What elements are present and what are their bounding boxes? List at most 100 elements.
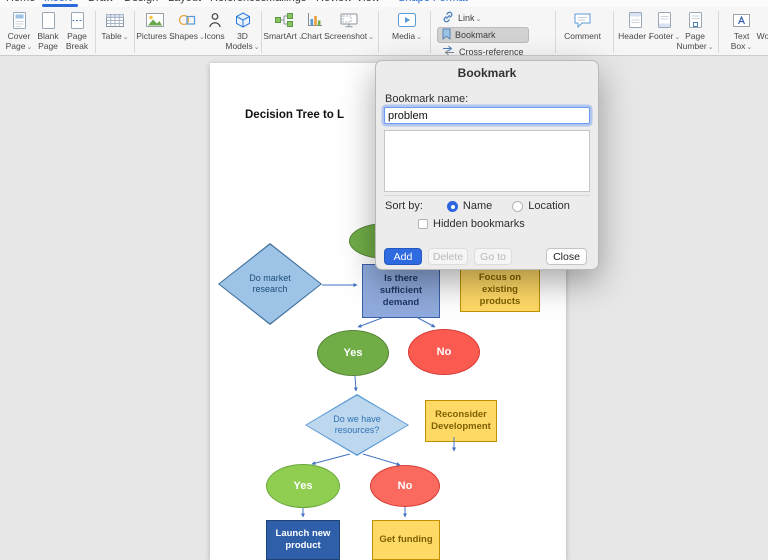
sort-name-label: Name — [462, 200, 493, 212]
media-label: Media — [391, 31, 416, 41]
shape-get-funding[interactable]: Get funding — [372, 520, 440, 560]
3d-models-icon — [235, 10, 251, 30]
shape-label: Do we have resources? — [333, 413, 381, 435]
group-separator — [134, 11, 135, 53]
shapes-icon — [178, 10, 196, 30]
table-button[interactable]: Table⌄ — [99, 9, 131, 42]
header-icon — [629, 10, 643, 30]
dialog-title: Bookmark — [457, 66, 517, 80]
shape-have-resources[interactable]: Do we have resources? — [305, 394, 409, 456]
shape-launch-product[interactable]: Launch new product — [266, 520, 340, 560]
3d-models-label: 3D Models — [225, 31, 253, 51]
group-separator — [612, 11, 614, 53]
sort-location-label: Location — [528, 200, 570, 212]
wordart-button[interactable]: WordArt⌄ — [756, 9, 768, 42]
sort-name-radio[interactable] — [446, 200, 458, 212]
tab-shape-format[interactable]: Shape Format — [398, 0, 468, 4]
cover-page-button[interactable]: Cover Page⌄ — [4, 9, 34, 52]
group-separator — [261, 11, 262, 53]
shape-label: Do market research — [249, 272, 291, 294]
close-button[interactable]: Close — [546, 248, 587, 265]
page-number-label: Page Number — [676, 31, 707, 51]
shape-reconsider-development[interactable]: Reconsider Development — [425, 400, 497, 442]
tab-draw[interactable]: Draw — [88, 0, 114, 4]
bookmark-name-label: Bookmark name: — [385, 93, 469, 105]
insert-ribbon: Cover Page⌄ Blank Page Page Break Table⌄ — [0, 7, 768, 59]
shapes-button[interactable]: Shapes⌄ — [169, 9, 205, 42]
cover-page-icon — [12, 10, 26, 30]
chevron-down-icon: ⌄ — [122, 34, 129, 41]
media-button[interactable]: Media⌄ — [390, 9, 424, 42]
shape-label: Yes — [293, 480, 313, 492]
hidden-bookmarks-row: Hidden bookmarks — [418, 218, 525, 230]
bookmark-list[interactable] — [384, 130, 590, 192]
text-box-button[interactable]: Text Box⌄ — [726, 9, 758, 52]
header-button[interactable]: Header⌄ — [618, 9, 653, 42]
shape-no-2[interactable]: No — [370, 465, 440, 507]
shape-yes-1[interactable]: Yes — [317, 330, 389, 376]
smartart-label: SmartArt — [263, 31, 297, 41]
group-separator — [717, 11, 719, 53]
shape-sufficient-demand[interactable]: Is there sufficient demand — [362, 264, 440, 318]
shape-label: Launch new product — [275, 528, 331, 551]
screenshot-label: Screenshot — [324, 31, 368, 41]
tab-layout[interactable]: Layout — [168, 0, 201, 4]
link-button[interactable]: Link⌄ — [437, 10, 529, 26]
shape-focus-existing[interactable]: Focus on existing products — [460, 268, 540, 312]
pictures-button[interactable]: Pictures⌄ — [136, 9, 174, 42]
hidden-bookmarks-checkbox[interactable] — [418, 219, 428, 229]
shape-yes-2[interactable]: Yes — [266, 464, 340, 508]
icons-button[interactable]: Icons — [202, 9, 227, 42]
shape-do-market-research[interactable]: Do market research — [218, 243, 322, 325]
cross-reference-icon — [442, 45, 455, 58]
group-separator — [378, 11, 379, 53]
blank-page-label: Blank Page — [37, 31, 59, 51]
cross-reference-button[interactable]: Cross-reference — [437, 44, 529, 59]
wordart-label: WordArt — [756, 31, 768, 41]
3d-models-button[interactable]: 3D Models⌄ — [225, 9, 260, 52]
shape-label: Reconsider Development — [431, 409, 491, 432]
group-separator — [430, 11, 431, 53]
word-window: Home Insert Draw Design Layout Reference… — [0, 0, 768, 560]
icons-label: Icons — [204, 31, 225, 41]
link-label: Link — [458, 13, 475, 23]
bookmark-icon — [442, 28, 451, 42]
text-box-icon — [733, 10, 751, 30]
smartart-icon — [274, 10, 293, 30]
blank-page-icon — [41, 10, 55, 30]
shape-label: No — [436, 346, 452, 358]
blank-page-button[interactable]: Blank Page — [34, 9, 62, 52]
chart-label: Chart — [301, 31, 322, 41]
link-icon — [442, 11, 454, 25]
comment-icon — [574, 10, 591, 30]
page-number-button[interactable]: Page Number⌄ — [676, 9, 714, 52]
footer-button[interactable]: Footer⌄ — [649, 9, 680, 42]
document-title[interactable]: Decision Tree to L — [245, 109, 344, 121]
tab-home[interactable]: Home — [6, 0, 35, 4]
tab-mailings[interactable]: Mailings — [266, 0, 306, 4]
chevron-down-icon: ⌄ — [253, 43, 260, 51]
bookmark-button[interactable]: Bookmark — [437, 27, 529, 43]
shape-label: Get funding — [379, 534, 433, 546]
shapes-label: Shapes — [169, 31, 198, 41]
shape-no-1[interactable]: No — [408, 329, 480, 375]
shape-label: No — [397, 480, 413, 492]
shape-label: Is there sufficient demand — [379, 273, 423, 308]
bookmark-dialog: Bookmark Bookmark name: Sort by: Name Lo… — [375, 60, 599, 270]
hidden-bookmarks-label: Hidden bookmarks — [433, 218, 525, 230]
page-break-button[interactable]: Page Break — [62, 9, 92, 52]
page-number-icon — [688, 10, 702, 30]
group-separator — [554, 11, 556, 53]
tab-review[interactable]: Review — [316, 0, 352, 4]
smartart-button[interactable]: SmartArt⌄ — [263, 9, 304, 42]
tab-references[interactable]: References — [210, 0, 266, 4]
comment-button[interactable]: Comment — [563, 9, 603, 42]
screenshot-button[interactable]: Screenshot⌄ — [324, 9, 374, 42]
chevron-down-icon: ⌄ — [26, 43, 33, 51]
add-button[interactable]: Add — [384, 248, 422, 265]
tab-design[interactable]: Design — [124, 0, 158, 4]
sort-location-radio[interactable] — [512, 200, 524, 212]
bookmark-name-input[interactable] — [384, 107, 590, 124]
go-to-button: Go to — [474, 248, 512, 265]
tab-view[interactable]: View — [356, 0, 380, 4]
